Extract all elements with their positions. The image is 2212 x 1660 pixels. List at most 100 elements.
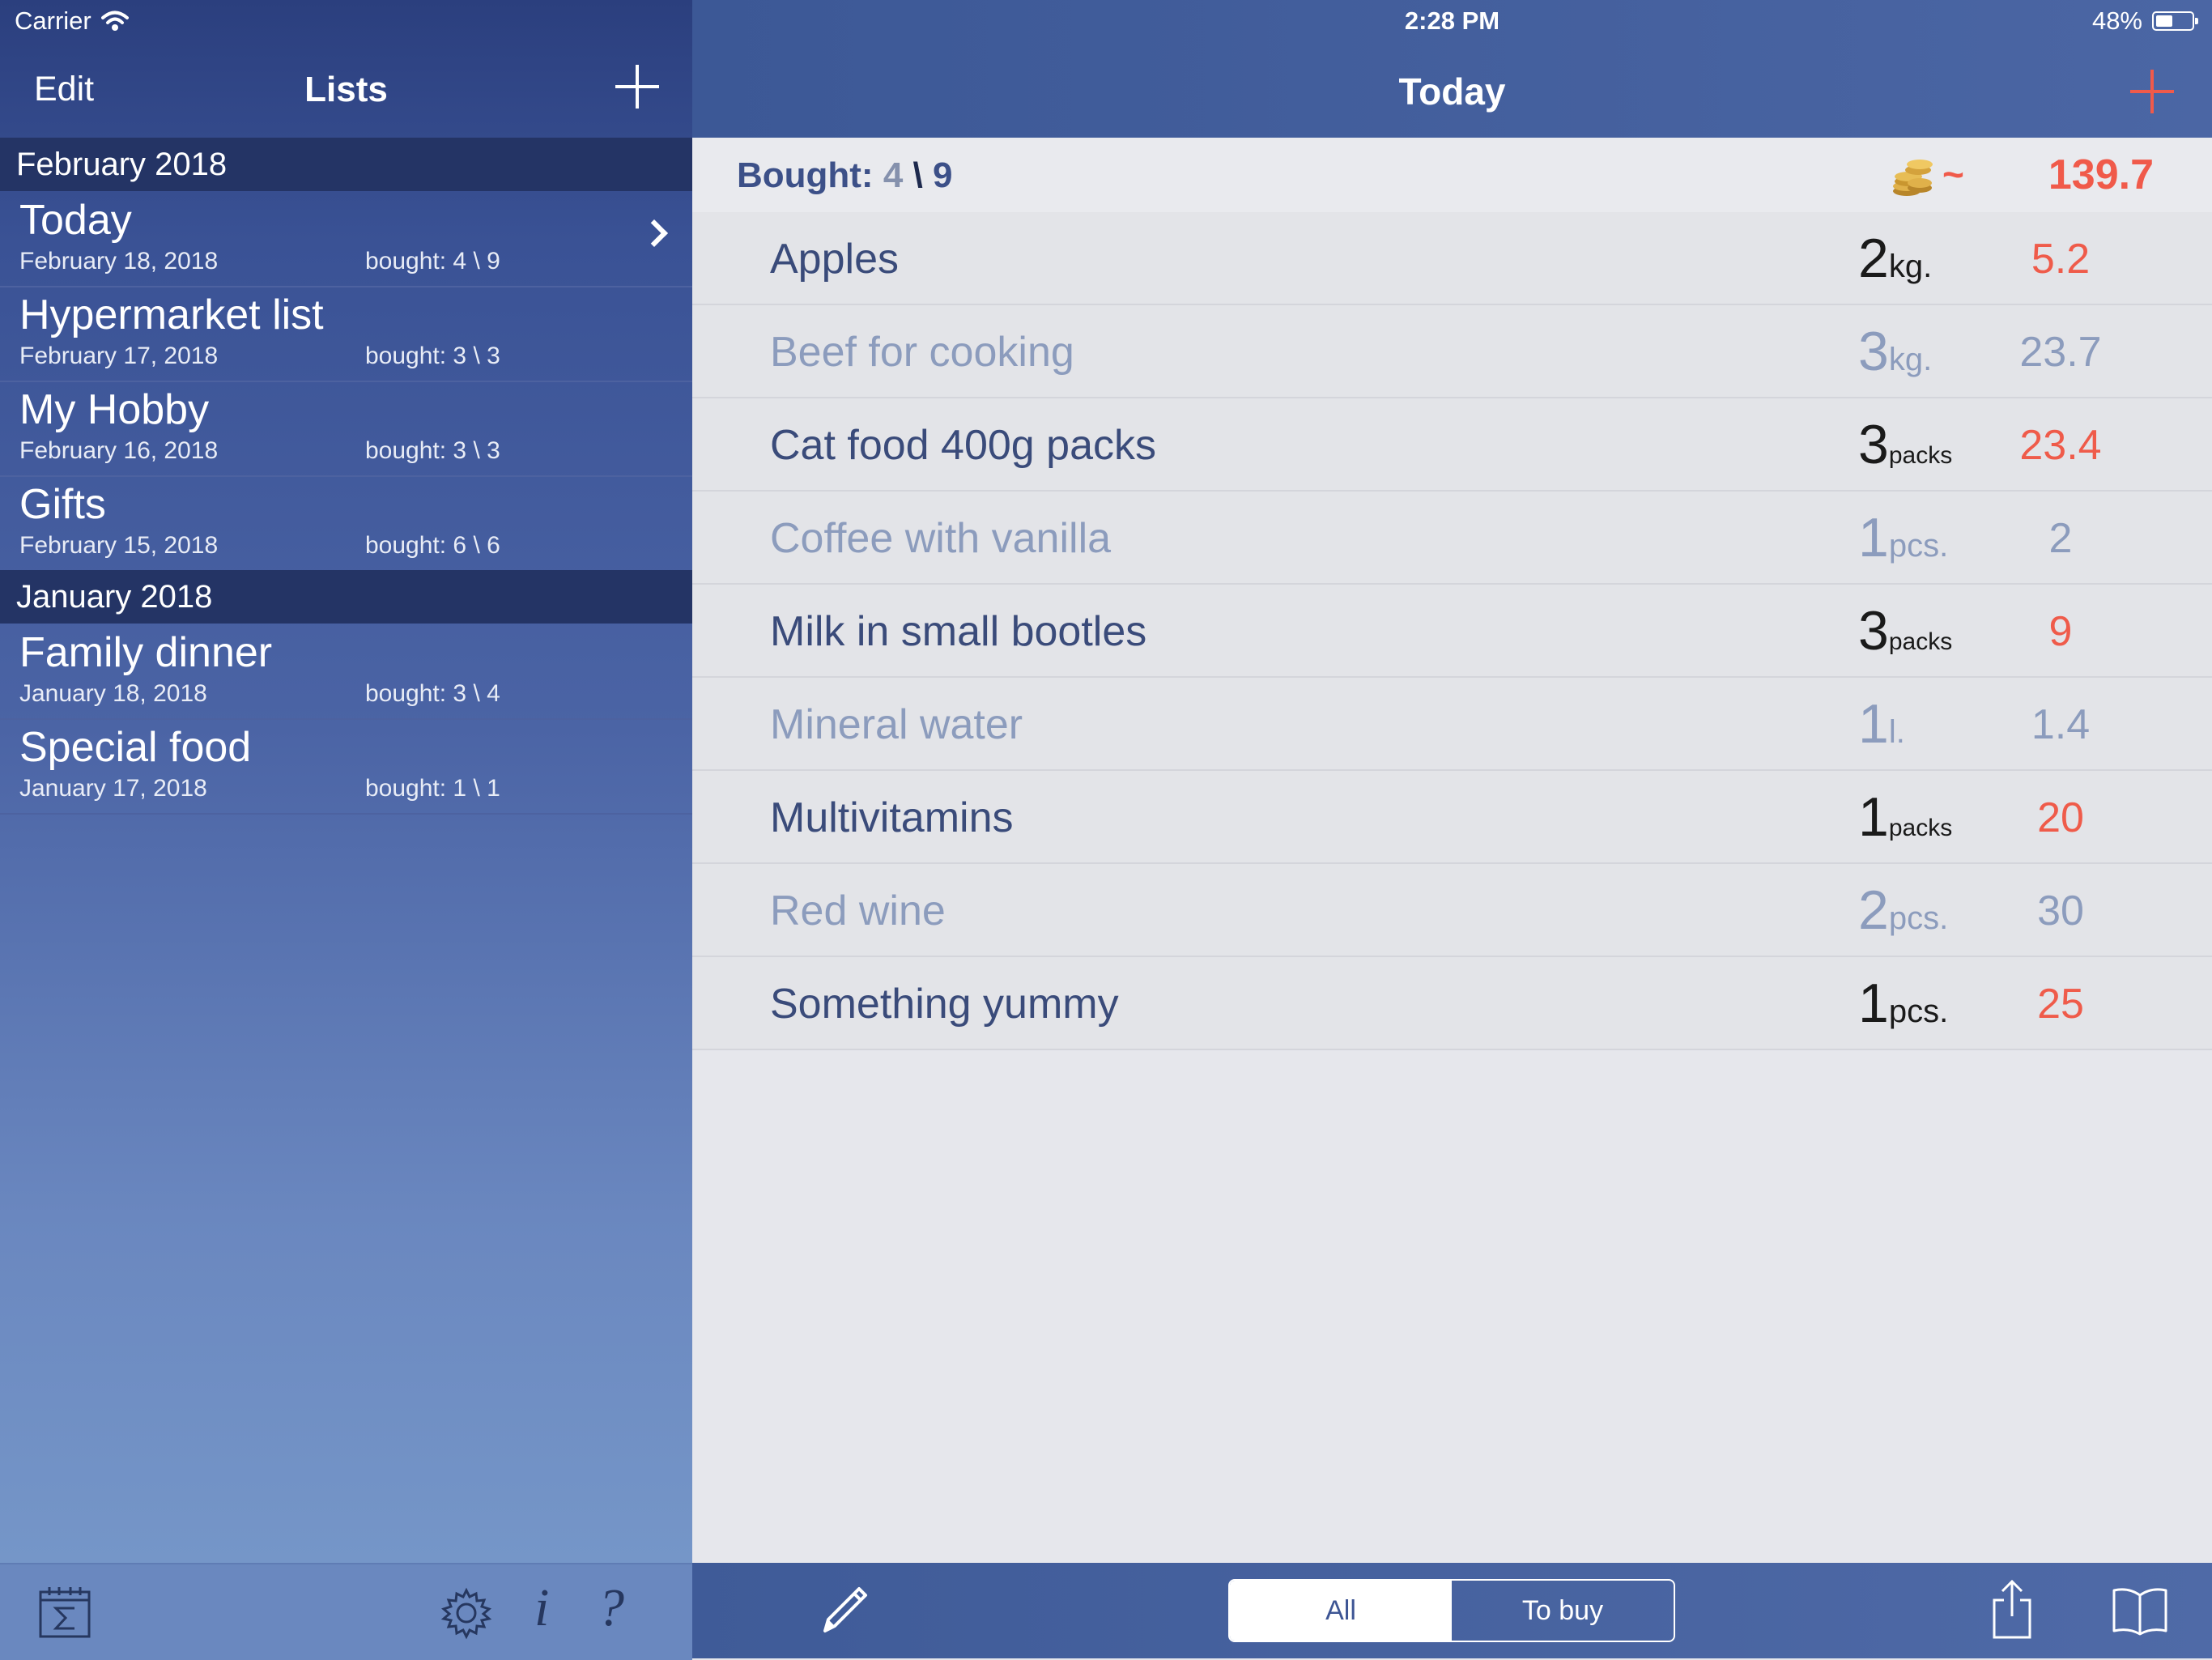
filter-all-tab[interactable]: All [1230, 1581, 1452, 1641]
list-item[interactable]: Gifts February 15, 2018 bought: 6 \ 6 [0, 475, 692, 572]
list-date: February 17, 2018 [19, 343, 219, 369]
list-name: Hypermarket list [19, 292, 324, 338]
item-row[interactable]: Coffee with vanilla 1pcs. 2 [692, 492, 2212, 585]
battery-icon [2152, 11, 2198, 31]
item-row[interactable]: Cat food 400g packs 3packs 23.4 [692, 398, 2212, 492]
section-header: February 2018 [0, 138, 692, 191]
add-list-button[interactable] [615, 65, 659, 109]
status-bar-left: Carrier [15, 6, 129, 36]
bought-separator: \ [912, 155, 923, 195]
item-qty-number: 3 [1858, 321, 1889, 382]
add-item-button[interactable] [2130, 70, 2174, 113]
item-unit: pcs. [1888, 994, 1949, 1029]
item-unit: packs [1888, 815, 1953, 841]
item-name: Mineral water [770, 701, 1023, 748]
item-name: Coffee with vanilla [770, 515, 1112, 562]
list-date: February 16, 2018 [19, 437, 219, 464]
item-price: 9 [2048, 608, 2073, 655]
chevron-right-icon [640, 219, 668, 247]
carrier-label: Carrier [15, 6, 91, 35]
sidebar: Carrier Edit Lists February 2018 Today Feb… [0, 0, 692, 1660]
book-icon[interactable] [2111, 1586, 2169, 1636]
list-name: Family dinner [19, 629, 273, 676]
list-item[interactable]: Family dinner January 18, 2018 bought: 3 \… [0, 624, 692, 720]
list-item[interactable]: Special food January 17, 2018 bought: 1 \ … [0, 718, 692, 815]
item-qty-number: 1 [1858, 786, 1889, 848]
total-price: 139.7 [2048, 151, 2154, 198]
bought-summary: Bought: 4 \ 9 [737, 155, 953, 196]
list-title: Today [1398, 70, 1506, 113]
item-unit: packs [1888, 442, 1953, 469]
list-name: My Hobby [19, 386, 210, 433]
list-bought-count: bought: 1 \ 1 [365, 775, 500, 802]
item-name: Beef for cooking [770, 329, 1074, 376]
list-bought-count: bought: 6 \ 6 [365, 532, 500, 559]
pencil-icon[interactable] [815, 1581, 874, 1639]
item-row[interactable]: Something yummy 1pcs. 25 [692, 957, 2212, 1050]
item-price: 23.7 [2019, 329, 2102, 376]
total-count: 9 [933, 155, 953, 195]
list-item[interactable]: Hypermarket list February 17, 2018 bought:… [0, 286, 692, 382]
item-row[interactable]: Multivitamins 1packs 20 [692, 771, 2212, 864]
sidebar-toolbar: i ? [0, 1563, 692, 1660]
list-date: January 17, 2018 [19, 775, 207, 802]
item-price: 5.2 [2031, 236, 2091, 283]
item-name: Multivitamins [770, 794, 1014, 841]
item-name: Red wine [770, 887, 946, 934]
item-unit: l. [1888, 714, 1905, 750]
coins-icon [1893, 160, 1933, 196]
item-qty-number: 2 [1858, 879, 1889, 941]
info-icon[interactable]: i [534, 1577, 549, 1639]
bought-label: Bought: [737, 155, 874, 195]
list-bought-count: bought: 3 \ 3 [365, 343, 500, 369]
main-toolbar: All To buy [692, 1563, 2212, 1658]
item-unit: packs [1888, 628, 1953, 655]
item-name: Cat food 400g packs [770, 422, 1156, 469]
item-unit: pcs. [1888, 900, 1949, 936]
item-qty-number: 3 [1858, 600, 1889, 662]
list-item[interactable]: Today February 18, 2018 bought: 4 \ 9 [0, 191, 692, 287]
main-panel: 2:28 PM 48% Today Bought: 4 \ 9 ~ 139.7 … [692, 0, 2212, 1658]
list-date: February 15, 2018 [19, 532, 219, 559]
item-qty-number: 2 [1858, 228, 1889, 289]
sidebar-nav-bar: Edit Lists [0, 45, 692, 138]
sidebar-title: Lists [304, 70, 388, 109]
item-price: 2 [2048, 515, 2073, 562]
item-unit: pcs. [1888, 528, 1949, 564]
bought-count: 4 [883, 155, 904, 195]
item-row[interactable]: Apples 2kg. 5.2 [692, 212, 2212, 305]
help-icon[interactable]: ? [598, 1577, 624, 1639]
item-qty-number: 1 [1858, 973, 1889, 1034]
wifi-icon [100, 11, 129, 31]
list-name: Today [19, 197, 132, 244]
item-unit: kg. [1888, 342, 1933, 377]
filter-segmented-control: All To buy [1228, 1579, 1675, 1642]
item-row[interactable]: Mineral water 1l. 1.4 [692, 678, 2212, 771]
status-bar-right: 48% [2091, 6, 2198, 36]
item-name: Milk in small bootles [770, 608, 1147, 655]
item-qty-number: 3 [1858, 414, 1889, 475]
item-price: 23.4 [2019, 422, 2102, 469]
item-price: 25 [2037, 981, 2084, 1028]
item-qty-number: 1 [1858, 693, 1889, 755]
battery-percent: 48% [2091, 6, 2142, 35]
filter-to-buy-tab[interactable]: To buy [1452, 1581, 1674, 1641]
status-time: 2:28 PM [1404, 6, 1500, 35]
item-price: 1.4 [2031, 701, 2091, 748]
summary-bar: Bought: 4 \ 9 ~ 139.7 [692, 138, 2212, 214]
list-name: Gifts [19, 481, 106, 528]
item-row[interactable]: Red wine 2pcs. 30 [692, 864, 2212, 957]
item-row[interactable]: Beef for cooking 3kg. 23.7 [692, 305, 2212, 398]
item-price: 20 [2037, 794, 2084, 841]
item-price: 30 [2037, 887, 2084, 934]
share-icon[interactable] [1986, 1577, 2038, 1642]
list-item[interactable]: My Hobby February 16, 2018 bought: 3 \ 3 [0, 381, 692, 477]
approx-sign: ~ [1942, 153, 1964, 195]
list-date: February 18, 2018 [19, 248, 219, 275]
item-row[interactable]: Milk in small bootles 3packs 9 [692, 585, 2212, 678]
item-unit: kg. [1888, 249, 1933, 284]
item-qty-number: 1 [1858, 507, 1889, 568]
calendar-sum-icon[interactable] [38, 1584, 91, 1639]
gear-icon[interactable] [439, 1586, 494, 1641]
item-name: Something yummy [770, 981, 1119, 1028]
